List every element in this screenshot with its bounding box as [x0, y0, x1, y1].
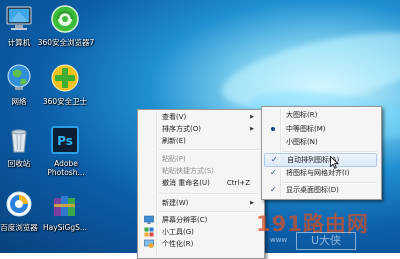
menu-item-label: 个性化(R) — [162, 240, 194, 248]
menu-separator — [158, 211, 260, 213]
archive-books-icon — [49, 188, 81, 220]
computer-icon — [3, 3, 35, 35]
desktop-icon-archive[interactable]: HaySiGgS... — [36, 188, 94, 232]
checkmark-icon: ✓ — [270, 168, 277, 177]
menu-item-personalize[interactable]: 个性化(R) — [140, 238, 260, 250]
menu-item-label: 撤消 重命名(U) — [162, 179, 210, 187]
desktop-icon-photoshop[interactable]: Ps Adobe Photosh... — [36, 124, 94, 177]
photoshop-icon: Ps — [49, 124, 81, 156]
menu-item-view[interactable]: 查看(V) ▶ — [140, 111, 260, 123]
recycle-bin-icon — [3, 124, 35, 156]
checkmark-icon: ✓ — [271, 155, 278, 164]
menu-item-label: 小图标(N) — [286, 138, 318, 146]
desktop-context-menu: 查看(V) ▶ 排序方式(O) ▶ 刷新(E) 粘贴(P) 粘贴快捷方式(S) … — [137, 109, 265, 259]
menu-item-shortcut: Ctrl+Z — [226, 179, 250, 187]
submenu-arrow-icon: ▶ — [250, 114, 254, 120]
submenu-item-show-desktop-icons[interactable]: ✓ 显示桌面图标(D) — [264, 184, 377, 196]
view-submenu: 大图标(R) 中等图标(M) 小图标(N) ✓ 自动排列图标(A) ✓ 将图标与… — [261, 106, 382, 200]
watermark-sub: www — [270, 236, 288, 244]
desktop-icon-label: 360安全浏览器7 — [37, 38, 95, 47]
gadgets-icon — [144, 227, 154, 237]
submenu-item-small-icons[interactable]: 小图标(N) — [264, 136, 377, 148]
submenu-arrow-icon: ▶ — [250, 126, 254, 132]
personalize-icon — [144, 239, 154, 249]
menu-item-label: 中等图标(M) — [286, 125, 326, 133]
menu-item-label: 刷新(E) — [162, 137, 186, 145]
menu-item-refresh[interactable]: 刷新(E) — [140, 135, 260, 147]
menu-item-new[interactable]: 新建(W) ▶ — [140, 197, 260, 209]
menu-separator — [158, 193, 260, 195]
menu-item-screen-resolution[interactable]: 屏幕分辨率(C) — [140, 214, 260, 226]
menu-item-undo-rename[interactable]: 撤消 重命名(U) Ctrl+Z — [140, 177, 260, 189]
menu-item-label: 屏幕分辨率(C) — [162, 216, 208, 224]
menu-item-label: 粘贴快捷方式(S) — [162, 167, 214, 175]
watermark-badge: U大侠 — [296, 232, 356, 250]
menu-item-sort-by[interactable]: 排序方式(O) ▶ — [140, 123, 260, 135]
menu-item-label: 查看(V) — [162, 113, 187, 121]
menu-item-label: 大图标(R) — [286, 111, 318, 119]
desktop-icon-label: 360安全卫士 — [42, 97, 88, 106]
mouse-pointer-icon — [330, 155, 339, 171]
baidu-browser-icon — [3, 188, 35, 220]
desktop-icon-360-security[interactable]: 360安全卫士 — [36, 62, 94, 106]
submenu-item-auto-arrange[interactable]: ✓ 自动排列图标(A) — [264, 153, 377, 167]
menu-item-label: 粘贴(P) — [162, 155, 186, 163]
submenu-item-large-icons[interactable]: 大图标(R) — [264, 109, 377, 121]
menu-item-gadgets[interactable]: 小工具(G) — [140, 226, 260, 238]
radio-selected-icon — [271, 127, 275, 131]
360-security-icon — [49, 62, 81, 94]
menu-separator — [158, 149, 260, 151]
menu-item-label: 将图标与网格对齐(I) — [286, 169, 350, 177]
menu-item-paste[interactable]: 粘贴(P) — [140, 153, 260, 165]
desktop-icon-label: HaySiGgS... — [42, 223, 87, 232]
svg-text:Ps: Ps — [57, 134, 73, 148]
display-icon — [144, 215, 154, 225]
menu-item-paste-shortcut[interactable]: 粘贴快捷方式(S) — [140, 165, 260, 177]
menu-item-label: 小工具(G) — [162, 228, 194, 236]
menu-item-label: 排序方式(O) — [162, 125, 201, 133]
menu-item-label: 显示桌面图标(D) — [286, 186, 339, 194]
submenu-item-align-to-grid[interactable]: ✓ 将图标与网格对齐(I) — [264, 167, 377, 179]
desktop-icon-label: Adobe Photosh... — [47, 159, 85, 177]
360-browser-icon — [49, 3, 81, 35]
desktop-icon-360-browser[interactable]: 360安全浏览器7 — [36, 3, 94, 47]
menu-item-label: 新建(W) — [162, 199, 189, 207]
network-globe-icon — [3, 62, 35, 94]
checkmark-icon: ✓ — [270, 185, 277, 194]
submenu-arrow-icon: ▶ — [250, 200, 254, 206]
submenu-item-medium-icons[interactable]: 中等图标(M) — [264, 123, 377, 135]
